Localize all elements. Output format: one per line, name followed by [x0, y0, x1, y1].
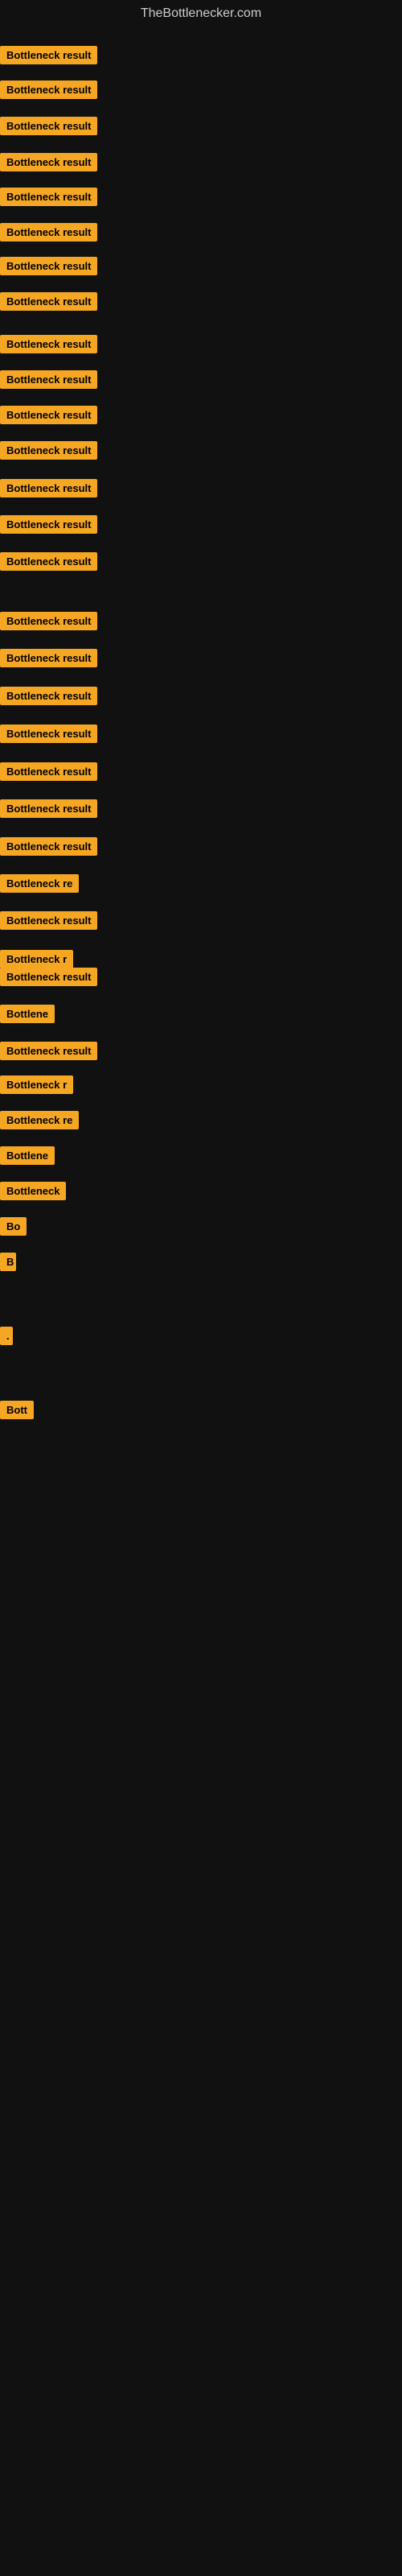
bottleneck-result-badge[interactable]: B [0, 1253, 16, 1271]
bottleneck-badge-row: Bottlene [0, 1146, 55, 1169]
bottleneck-badge-row: Bott [0, 1401, 34, 1423]
bottleneck-result-badge[interactable]: Bottlene [0, 1146, 55, 1165]
bottleneck-badge-row: Bottleneck result [0, 799, 97, 822]
bottleneck-result-badge[interactable]: Bottleneck result [0, 153, 97, 171]
bottleneck-badge-row: Bottleneck result [0, 724, 97, 747]
bottleneck-result-badge[interactable]: Bottleneck result [0, 515, 97, 534]
bottleneck-result-badge[interactable]: Bottleneck result [0, 552, 97, 571]
site-title: TheBottlenecker.com [0, 0, 402, 27]
bottleneck-result-badge[interactable]: Bottleneck re [0, 874, 79, 893]
bottleneck-badge-row: Bottleneck result [0, 837, 97, 860]
bottleneck-result-badge[interactable]: Bottleneck result [0, 911, 97, 930]
bottleneck-result-badge[interactable]: Bottleneck result [0, 406, 97, 424]
bottleneck-badge-row: Bottlene [0, 1005, 55, 1027]
bottleneck-result-badge[interactable]: Bottleneck r [0, 950, 73, 968]
bottleneck-result-badge[interactable]: Bottleneck result [0, 370, 97, 389]
bottleneck-result-badge[interactable]: Bottleneck result [0, 968, 97, 986]
bottleneck-badge-row: Bottleneck result [0, 515, 97, 538]
bottleneck-badge-row: Bottleneck result [0, 441, 97, 464]
bottleneck-result-badge[interactable]: Bottleneck re [0, 1111, 79, 1129]
bottleneck-badge-row: Bottleneck result [0, 153, 97, 175]
bottleneck-result-badge[interactable]: Bo [0, 1217, 27, 1236]
bottleneck-badge-row: . [0, 1327, 13, 1349]
bottleneck-result-badge[interactable]: Bottleneck result [0, 80, 97, 99]
bottleneck-result-badge[interactable]: Bottleneck result [0, 479, 97, 497]
bottleneck-badge-row: Bottleneck result [0, 335, 97, 357]
bottleneck-badge-row: Bottleneck result [0, 80, 97, 103]
bottleneck-result-badge[interactable]: Bottlene [0, 1005, 55, 1023]
bottleneck-badge-row: Bottleneck result [0, 649, 97, 671]
bottleneck-result-badge[interactable]: Bottleneck r [0, 1075, 73, 1094]
bottleneck-result-badge[interactable]: Bottleneck result [0, 649, 97, 667]
bottleneck-result-badge[interactable]: Bottleneck result [0, 1042, 97, 1060]
bottleneck-badge-row: Bottleneck result [0, 911, 97, 934]
bottleneck-badge-row: Bottleneck result [0, 117, 97, 139]
bottleneck-result-badge[interactable]: Bottleneck result [0, 335, 97, 353]
bottleneck-badge-row: Bottleneck result [0, 479, 97, 502]
bottleneck-badge-row: Bottleneck re [0, 1111, 79, 1133]
bottleneck-badge-row: Bottleneck result [0, 370, 97, 393]
bottleneck-result-badge[interactable]: Bottleneck result [0, 223, 97, 242]
bottleneck-result-badge[interactable]: Bottleneck result [0, 799, 97, 818]
bottleneck-result-badge[interactable]: Bottleneck result [0, 724, 97, 743]
bottleneck-result-badge[interactable]: Bottleneck result [0, 117, 97, 135]
bottleneck-badge-row: Bottleneck result [0, 762, 97, 785]
bottleneck-badge-row: Bottleneck result [0, 552, 97, 575]
bottleneck-badge-row: Bottleneck result [0, 406, 97, 428]
bottleneck-badge-row: Bottleneck result [0, 46, 97, 68]
bottleneck-badge-row: Bottleneck result [0, 968, 97, 990]
bottleneck-badge-row: Bottleneck r [0, 1075, 73, 1098]
bottleneck-result-badge[interactable]: Bottleneck result [0, 612, 97, 630]
bottleneck-badge-row: Bottleneck result [0, 188, 97, 210]
bottleneck-result-badge[interactable]: Bottleneck result [0, 257, 97, 275]
bottleneck-badge-row: Bo [0, 1217, 27, 1240]
bottleneck-result-badge[interactable]: Bottleneck result [0, 762, 97, 781]
bottleneck-result-badge[interactable]: . [0, 1327, 13, 1345]
bottleneck-result-badge[interactable]: Bottleneck result [0, 292, 97, 311]
bottleneck-badge-row: Bottleneck [0, 1182, 66, 1204]
bottleneck-result-badge[interactable]: Bottleneck result [0, 837, 97, 856]
bottleneck-badge-row: Bottleneck re [0, 874, 79, 897]
bottleneck-badge-row: Bottleneck result [0, 257, 97, 279]
bottleneck-result-badge[interactable]: Bottleneck result [0, 46, 97, 64]
bottleneck-badge-row: Bottleneck result [0, 1042, 97, 1064]
bottleneck-result-badge[interactable]: Bottleneck result [0, 441, 97, 460]
bottleneck-badge-row: B [0, 1253, 16, 1275]
bottleneck-result-badge[interactable]: Bott [0, 1401, 34, 1419]
bottleneck-badge-row: Bottleneck result [0, 612, 97, 634]
bottleneck-result-badge[interactable]: Bottleneck result [0, 687, 97, 705]
bottleneck-result-badge[interactable]: Bottleneck result [0, 188, 97, 206]
bottleneck-badge-row: Bottleneck result [0, 292, 97, 315]
bottleneck-result-badge[interactable]: Bottleneck [0, 1182, 66, 1200]
bottleneck-badge-row: Bottleneck result [0, 687, 97, 709]
bottleneck-badge-row: Bottleneck result [0, 223, 97, 246]
